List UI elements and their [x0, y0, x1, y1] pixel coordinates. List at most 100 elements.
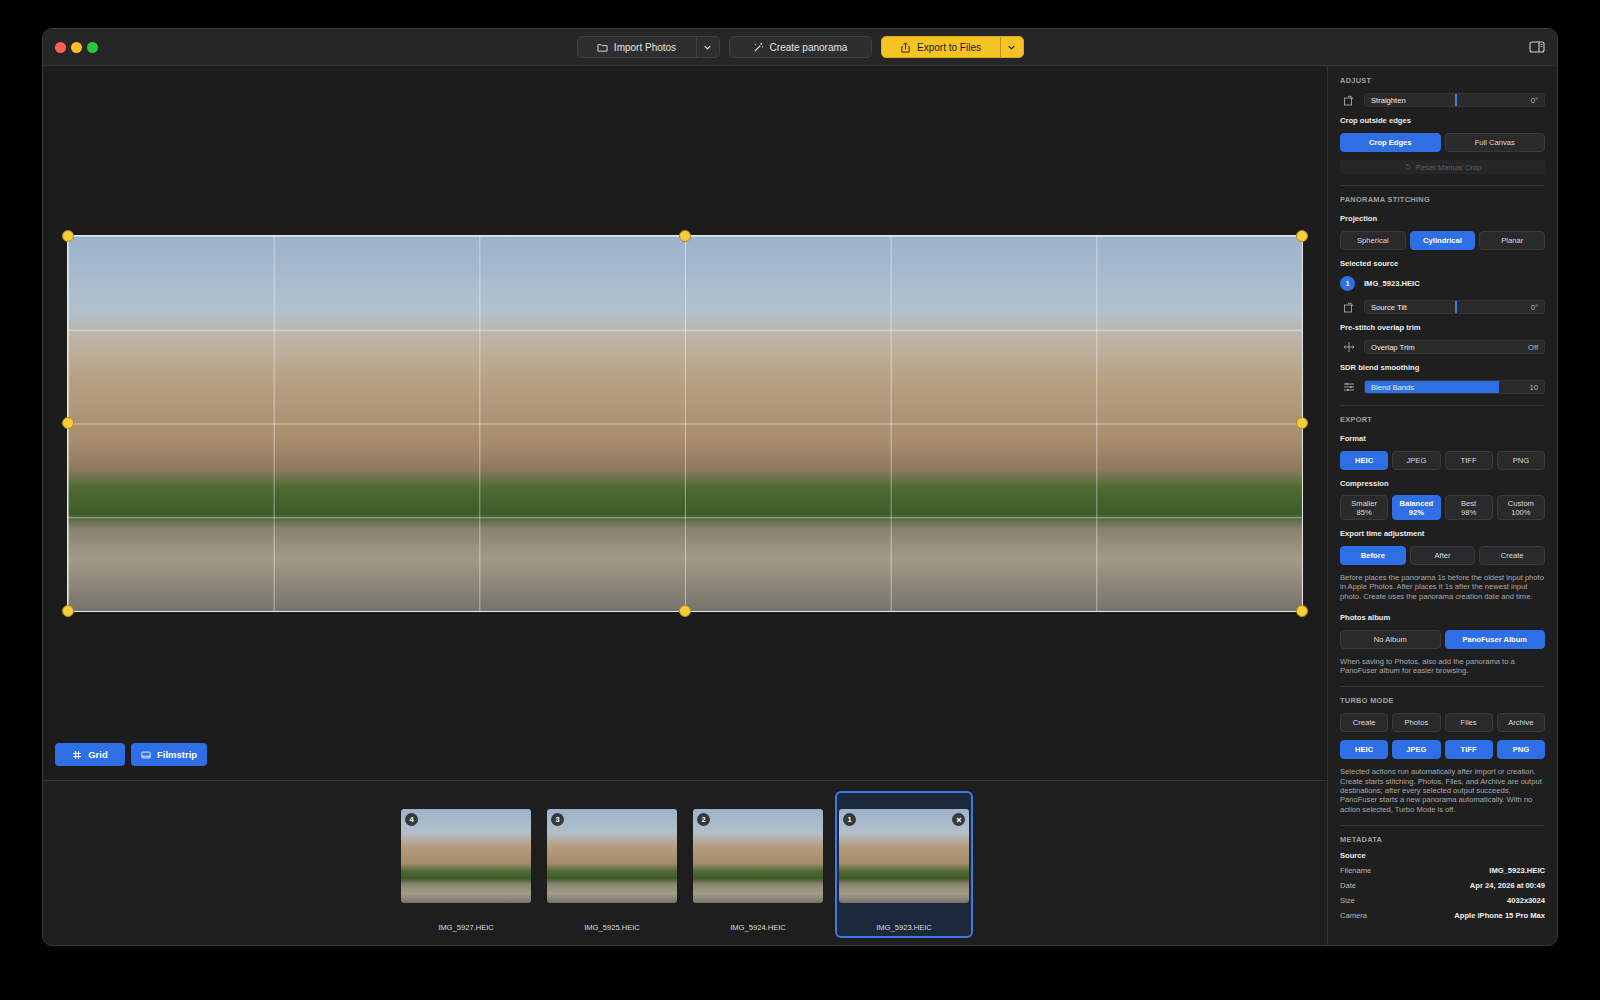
crop-mode-option[interactable]: Full Canvas: [1445, 133, 1546, 152]
close-button[interactable]: [55, 42, 66, 53]
compression-option[interactable]: Balanced92%: [1392, 495, 1440, 520]
overlap-trim-row: Overlap TrimOff: [1340, 340, 1545, 354]
compression-option[interactable]: Best98%: [1445, 495, 1493, 520]
turbo-action[interactable]: Photos: [1392, 713, 1440, 732]
toolbar-button[interactable]: Export to Files: [881, 36, 1024, 58]
folder-icon: [597, 42, 608, 53]
metadata-row: FilenameIMG_5923.HEIC: [1340, 866, 1545, 876]
compression-option[interactable]: Custom100%: [1497, 495, 1545, 520]
metadata-row: CameraApple iPhone 15 Pro Max: [1340, 911, 1545, 921]
minimize-button[interactable]: [71, 42, 82, 53]
view-switcher: Grid Filmstrip: [55, 743, 207, 766]
crop-handle[interactable]: [679, 230, 691, 242]
straighten-row: Straighten0°: [1340, 93, 1545, 107]
crop-mode-option[interactable]: Crop Edges: [1340, 133, 1441, 152]
format-option[interactable]: HEIC: [1340, 451, 1388, 470]
straighten-slider[interactable]: Straighten0°: [1364, 93, 1545, 107]
turbo-format[interactable]: JPEG: [1392, 740, 1440, 759]
app-window: Import Photos Create panorama Export to Fi…: [42, 28, 1558, 946]
source-tilt-row: Source Tilt0°: [1340, 300, 1545, 314]
crop-mode-control: Crop EdgesFull Canvas: [1340, 133, 1545, 152]
turbo-format[interactable]: PNG: [1497, 740, 1545, 759]
reset-icon: [1404, 163, 1412, 171]
metadata-section: METADATASourceFilenameIMG_5923.HEICDateA…: [1340, 825, 1545, 925]
order-badge: 2: [697, 813, 710, 826]
crop-handle[interactable]: [62, 417, 74, 429]
crop-handle[interactable]: [679, 605, 691, 617]
sidebar-toggle-icon[interactable]: [1529, 41, 1545, 53]
share-icon: [900, 42, 911, 53]
filmstrip-item[interactable]: 2IMG_5924.HEIC: [689, 791, 827, 938]
title-bar: Import Photos Create panorama Export to Fi…: [43, 29, 1557, 66]
projection-option[interactable]: Cylindrical: [1410, 231, 1476, 250]
thumbnail: 2: [693, 809, 823, 903]
turbo-format[interactable]: TIFF: [1445, 740, 1493, 759]
crop-handle[interactable]: [62, 605, 74, 617]
filmstrip-item[interactable]: 4IMG_5927.HEIC: [397, 791, 535, 938]
selected-source: 1IMG_5923.HEIC: [1340, 276, 1545, 291]
order-badge: 3: [551, 813, 564, 826]
projection-option[interactable]: Spherical: [1340, 231, 1406, 250]
filmstrip-item[interactable]: 3IMG_5925.HEIC: [543, 791, 681, 938]
overlap-trim-slider[interactable]: Overlap TrimOff: [1364, 340, 1545, 354]
desktop: Import Photos Create panorama Export to Fi…: [0, 0, 1600, 1000]
thumbnail: 4: [401, 809, 531, 903]
filmstrip-item[interactable]: 1IMG_5923.HEIC: [835, 791, 973, 938]
magic-wand-icon: [753, 42, 764, 53]
chevron-down-icon: [1007, 43, 1016, 52]
format-option[interactable]: JPEG: [1392, 451, 1440, 470]
remove-button[interactable]: [952, 813, 965, 826]
compression-option[interactable]: Smaller85%: [1340, 495, 1388, 520]
source-badge: 1: [1340, 276, 1355, 291]
turbo-action[interactable]: Files: [1445, 713, 1493, 732]
toolbar-button[interactable]: Create panorama: [729, 36, 872, 58]
toolbar: Import Photos Create panorama Export to Fi…: [577, 36, 1024, 58]
order-badge: 1: [843, 813, 856, 826]
album-option[interactable]: PanoFuser Album: [1445, 630, 1546, 649]
view-button[interactable]: Grid: [55, 743, 125, 766]
crop-handle[interactable]: [1296, 605, 1308, 617]
crop-handle[interactable]: [1296, 417, 1308, 429]
crop-grid: [68, 236, 1302, 611]
compression-control: Smaller85%Balanced92%Best98%Custom100%: [1340, 495, 1545, 520]
export-time-option[interactable]: Before: [1340, 546, 1406, 565]
panorama-preview[interactable]: [67, 235, 1303, 612]
export-time-option[interactable]: After: [1410, 546, 1476, 565]
format-control: HEICJPEG TIFFPNG: [1340, 451, 1545, 470]
overlap-trim-icon: [1343, 341, 1355, 353]
crop-handle[interactable]: [1296, 230, 1308, 242]
thumbnail: 1: [839, 809, 969, 903]
stitching-section: PANORAMA STITCHINGProjectionSphericalCyl…: [1340, 185, 1545, 405]
grid-icon: [72, 750, 82, 760]
turbo-action[interactable]: Create: [1340, 713, 1388, 732]
turbo-formats: HEICJPEG TIFFPNG: [1340, 740, 1545, 759]
dropdown-button[interactable]: [1000, 37, 1023, 57]
order-badge: 4: [405, 813, 418, 826]
turbo-action[interactable]: Archive: [1497, 713, 1545, 732]
view-button[interactable]: Filmstrip: [131, 743, 207, 766]
thumbnail: 3: [547, 809, 677, 903]
crop-handle[interactable]: [62, 230, 74, 242]
turbo-actions: CreatePhotos FilesArchive: [1340, 713, 1545, 732]
format-option[interactable]: PNG: [1497, 451, 1545, 470]
metadata-row: DateApr 24, 2026 at 00:49: [1340, 881, 1545, 891]
album-control: No AlbumPanoFuser Album: [1340, 630, 1545, 649]
reset-crop-button[interactable]: Reset Manual Crop: [1340, 160, 1545, 174]
turbo-format[interactable]: HEIC: [1340, 740, 1388, 759]
album-option[interactable]: No Album: [1340, 630, 1441, 649]
blend-bands-slider[interactable]: Blend Bands10: [1364, 380, 1545, 394]
straighten-icon: [1343, 94, 1355, 106]
projection-option[interactable]: Planar: [1479, 231, 1545, 250]
tilt-icon: [1343, 301, 1355, 313]
format-option[interactable]: TIFF: [1445, 451, 1493, 470]
export-time-option[interactable]: Create: [1479, 546, 1545, 565]
zoom-button[interactable]: [87, 42, 98, 53]
projection-control: SphericalCylindricalPlanar: [1340, 231, 1545, 250]
dropdown-button[interactable]: [696, 37, 719, 57]
source-tilt-slider[interactable]: Source Tilt0°: [1364, 300, 1545, 314]
blend-icon: [1343, 381, 1355, 393]
chevron-down-icon: [703, 43, 712, 52]
export-time-control: BeforeAfterCreate: [1340, 546, 1545, 565]
metadata-row: Size4032x3024: [1340, 896, 1545, 906]
toolbar-button[interactable]: Import Photos: [577, 36, 720, 58]
